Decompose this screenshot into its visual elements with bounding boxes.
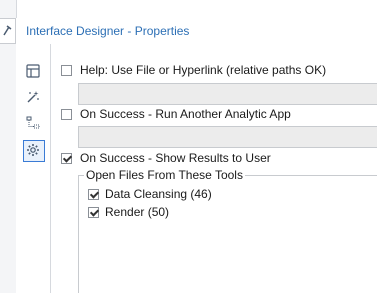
layout-icon[interactable] — [24, 62, 44, 82]
properties-panel: Help: Use File or Hyperlink (relative pa… — [51, 44, 377, 293]
help-label: Help: Use File or Hyperlink (relative pa… — [80, 63, 327, 77]
data-cleansing-checkbox[interactable] — [88, 188, 99, 200]
help-option[interactable]: Help: Use File or Hyperlink (relative pa… — [61, 63, 326, 77]
show-results-checkbox[interactable] — [61, 152, 72, 164]
run-app-label: On Success - Run Another Analytic App — [80, 107, 291, 121]
wizard-icon[interactable] — [24, 88, 44, 108]
render-checkbox[interactable] — [88, 206, 99, 218]
list-item[interactable]: Render (50) — [88, 205, 169, 219]
window-title: Interface Designer - Properties — [26, 24, 190, 38]
left-dock-strip — [0, 0, 17, 293]
dock-tab[interactable] — [0, 18, 16, 44]
run-app-path-field[interactable] — [78, 126, 377, 148]
help-path-field[interactable] — [78, 83, 377, 105]
run-app-checkbox[interactable] — [61, 108, 72, 120]
show-results-option[interactable]: On Success - Show Results to User — [61, 151, 271, 165]
data-cleansing-label: Data Cleansing (46) — [105, 187, 212, 201]
side-toolbar — [16, 44, 50, 293]
tree-icon[interactable] — [24, 114, 44, 134]
window-header: Interface Designer - Properties — [16, 18, 377, 45]
gear-icon[interactable] — [23, 140, 45, 162]
open-files-title: Open Files From These Tools — [84, 168, 245, 182]
run-app-option[interactable]: On Success - Run Another Analytic App — [61, 107, 291, 121]
render-label: Render (50) — [105, 205, 170, 219]
help-checkbox[interactable] — [61, 64, 72, 76]
list-item[interactable]: Data Cleansing (46) — [88, 187, 212, 201]
show-results-label: On Success - Show Results to User — [80, 151, 271, 165]
